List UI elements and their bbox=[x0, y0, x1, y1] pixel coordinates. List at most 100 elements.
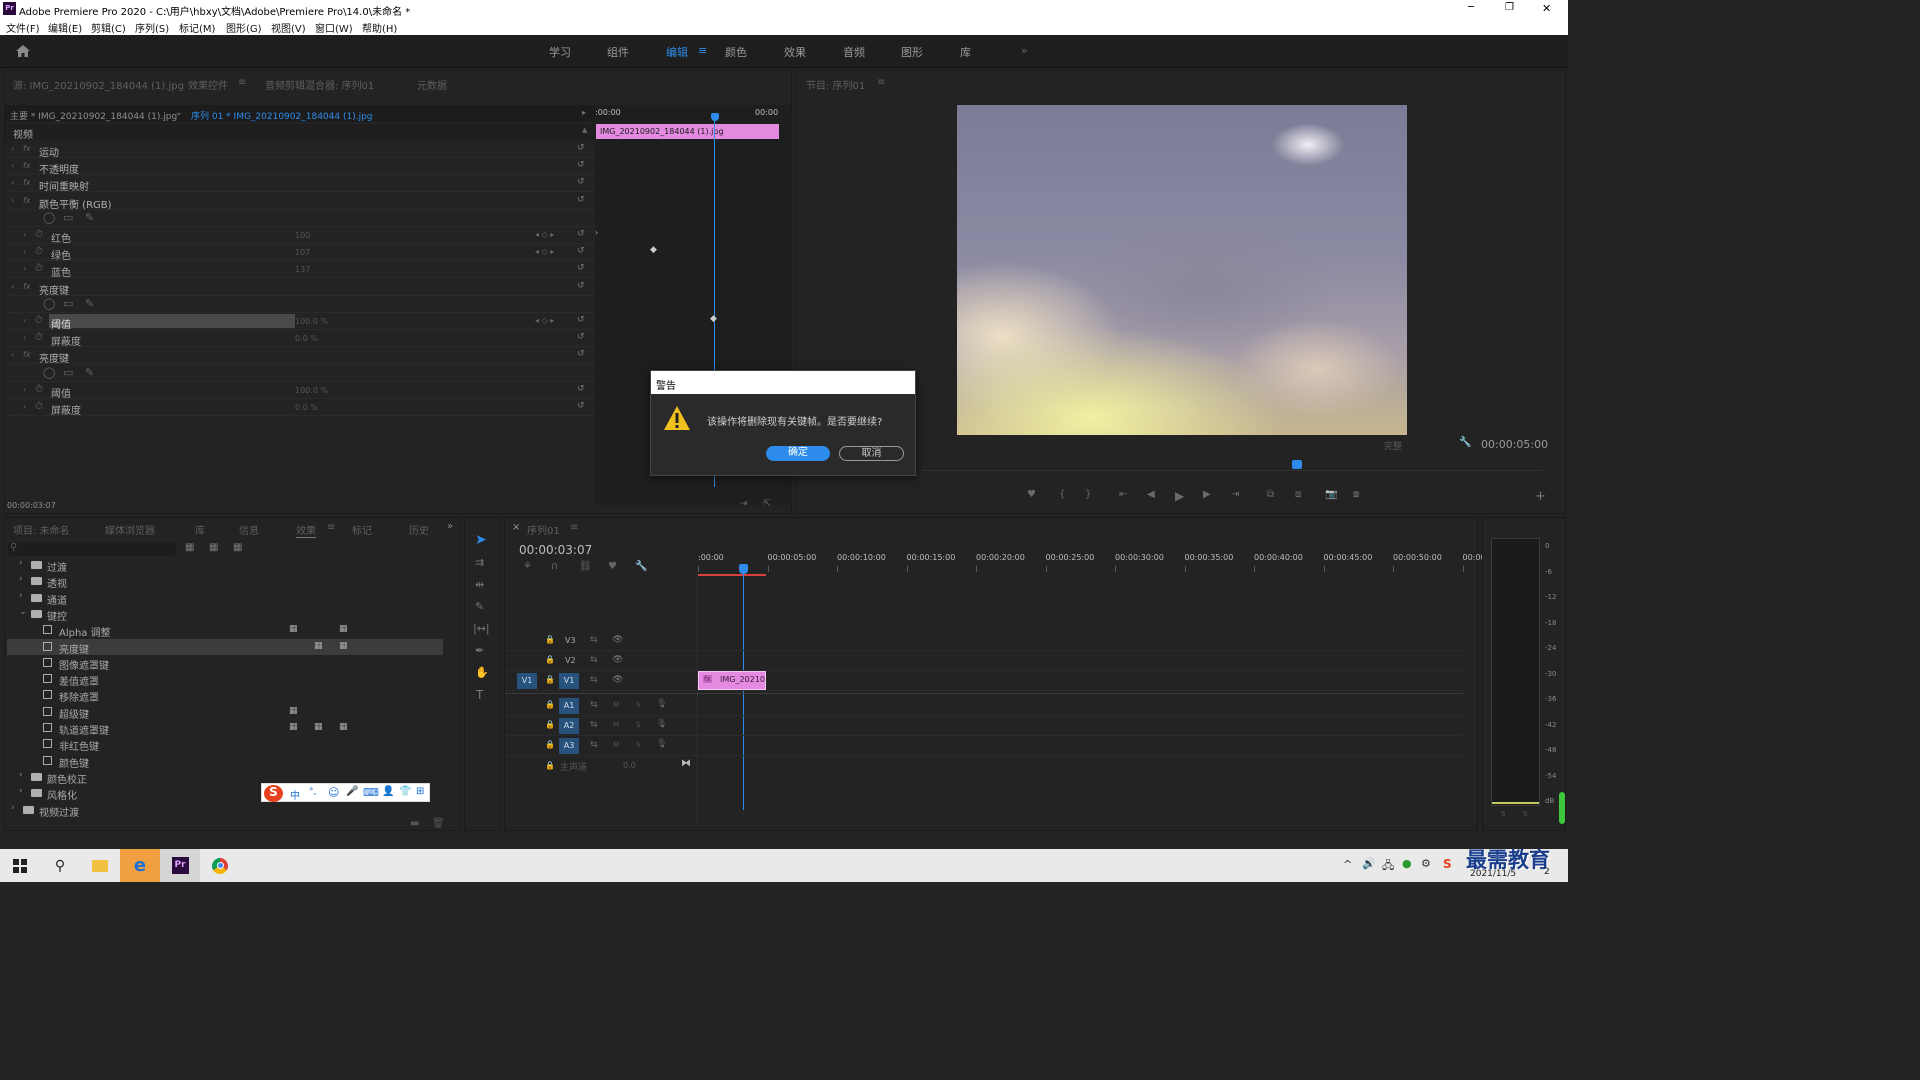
tray-ime-icon[interactable]: S bbox=[1443, 857, 1452, 871]
effect-row[interactable]: › fx 颜色平衡 (RGB) ↺ bbox=[5, 193, 595, 211]
effect-row[interactable]: ◯ ▭ ✎ bbox=[5, 210, 595, 227]
start-button[interactable] bbox=[0, 849, 40, 882]
mute-button[interactable]: M bbox=[613, 721, 619, 729]
effects-folder[interactable]: ⌄ 键控 bbox=[7, 606, 443, 623]
tab-history[interactable]: 历史 bbox=[409, 522, 429, 537]
sync-lock-icon[interactable]: ⇆ bbox=[590, 720, 598, 730]
stopwatch-icon[interactable]: ⏱ bbox=[35, 401, 43, 412]
pen-mask-icon[interactable]: ✎ bbox=[85, 211, 94, 224]
32bit-effects-icon[interactable]: ▦ bbox=[209, 542, 218, 553]
effect-row[interactable]: › ⏱ 屏蔽度 0.0 % ↺ bbox=[5, 399, 595, 417]
expand-arrow-icon[interactable]: › bbox=[11, 196, 14, 205]
chevron-right-icon[interactable]: › bbox=[19, 574, 23, 584]
ellipse-mask-icon[interactable]: ◯ bbox=[43, 366, 55, 379]
chevron-down-icon[interactable]: ⌄ bbox=[175, 108, 183, 118]
tab-markers[interactable]: 标记 bbox=[352, 522, 372, 537]
meter-solo-left[interactable]: S bbox=[1501, 810, 1505, 818]
expand-arrow-icon[interactable]: › bbox=[23, 230, 26, 239]
fx-toggle-icon[interactable]: fx bbox=[23, 178, 31, 187]
effect-row[interactable]: › fx 运动 ↺ bbox=[5, 141, 595, 159]
fx-toggle-icon[interactable]: fx bbox=[23, 161, 31, 170]
network-icon[interactable]: 🖧 bbox=[1382, 857, 1394, 876]
mute-button[interactable]: M bbox=[613, 741, 619, 749]
menu-clip[interactable]: 剪辑(C) bbox=[91, 20, 126, 35]
param-value[interactable]: 100.0 % bbox=[295, 317, 328, 326]
effect-row[interactable]: › ⏱ 阈值 100.0 % ↺ bbox=[5, 382, 595, 400]
tab-info[interactable]: 信息 bbox=[239, 522, 259, 537]
meter-solo-right[interactable]: S bbox=[1523, 810, 1527, 818]
stopwatch-icon[interactable]: ⏱ bbox=[35, 332, 43, 343]
mark-in-icon[interactable]: { bbox=[1059, 489, 1065, 500]
tray-network-icon[interactable]: ⚙ bbox=[1421, 857, 1431, 870]
source-patch-v1[interactable]: V1 bbox=[517, 673, 537, 689]
ok-button[interactable]: 确定 bbox=[766, 446, 830, 461]
sync-lock-icon[interactable]: ⇆ bbox=[590, 635, 598, 645]
menu-sequence[interactable]: 序列(S) bbox=[135, 20, 169, 35]
track-select-tool-icon[interactable]: ⇉ bbox=[475, 556, 484, 569]
expand-arrow-icon[interactable]: › bbox=[23, 333, 26, 342]
hand-tool-icon[interactable]: ✋ bbox=[475, 666, 489, 679]
reset-icon[interactable]: ↺ bbox=[577, 349, 585, 359]
effect-row[interactable]: › ⏱ 阈值 100.0 % ◂ ◇ ▸ ↺ bbox=[5, 313, 595, 331]
work-area-bar[interactable] bbox=[698, 574, 766, 576]
search-taskbar-icon[interactable]: ⚲ bbox=[40, 849, 80, 882]
audio-track-row[interactable] bbox=[505, 716, 1463, 736]
lock-icon[interactable]: 🔒 bbox=[545, 675, 555, 684]
chevron-right-icon[interactable]: › bbox=[11, 803, 15, 813]
expand-arrow-icon[interactable]: › bbox=[23, 247, 26, 256]
pen-mask-icon[interactable]: ✎ bbox=[85, 297, 94, 310]
pen-mask-icon[interactable]: ✎ bbox=[85, 366, 94, 379]
track-label[interactable]: A3 bbox=[559, 738, 579, 754]
camera-icon[interactable]: 📷 bbox=[1325, 489, 1337, 500]
eye-icon[interactable]: 👁 bbox=[612, 655, 623, 665]
workspace-tab-graphics[interactable]: 图形 bbox=[901, 44, 923, 60]
lock-icon[interactable]: 🔒 bbox=[545, 720, 555, 729]
audio-meter-scrollbar[interactable] bbox=[1559, 792, 1565, 824]
accelerated-effects-icon[interactable]: ▦ bbox=[185, 542, 194, 553]
ellipse-mask-icon[interactable]: ◯ bbox=[43, 297, 55, 310]
tab-audio-clip-mixer[interactable]: 音频剪辑混合器: 序列01 bbox=[265, 77, 374, 92]
mute-button[interactable]: M bbox=[613, 701, 619, 709]
ripple-edit-tool-icon[interactable]: ⇹ bbox=[475, 578, 484, 591]
maximize-button[interactable]: ❐ bbox=[1505, 2, 1514, 13]
video-track-row[interactable] bbox=[505, 651, 1463, 671]
sequence-clip-label[interactable]: 序列 01 * IMG_20210902_184044 (1).jpg bbox=[191, 109, 373, 122]
video-audio-divider[interactable] bbox=[505, 693, 1463, 694]
type-tool-icon[interactable]: T bbox=[476, 688, 483, 702]
track-label[interactable]: A2 bbox=[559, 718, 579, 734]
chevron-right-icon[interactable]: › bbox=[19, 591, 23, 601]
chevron-right-icon[interactable]: › bbox=[19, 770, 23, 780]
stopwatch-icon[interactable]: ⏱ bbox=[35, 229, 43, 240]
chevron-down-icon[interactable]: ⌄ bbox=[19, 607, 27, 617]
effects-folder[interactable]: › 风格化 bbox=[7, 785, 443, 802]
reset-icon[interactable]: ↺ bbox=[577, 332, 585, 342]
rectangle-mask-icon[interactable]: ▭ bbox=[63, 366, 73, 379]
go-to-out-icon[interactable]: ⇥ bbox=[1231, 489, 1239, 500]
slip-tool-icon[interactable]: |↔| bbox=[473, 622, 490, 635]
menu-edit[interactable]: 编辑(E) bbox=[48, 20, 82, 35]
edge-browser-icon[interactable]: e bbox=[120, 849, 160, 882]
solo-button[interactable]: S bbox=[636, 721, 640, 729]
menu-help[interactable]: 帮助(H) bbox=[362, 20, 397, 35]
effects-tab-menu-icon[interactable]: ≡ bbox=[327, 522, 335, 533]
lock-icon[interactable]: 🔒 bbox=[545, 635, 555, 644]
effect-row[interactable]: › ⏱ 屏蔽度 0.0 % ↺ bbox=[5, 330, 595, 348]
reset-icon[interactable]: ↺ bbox=[577, 195, 585, 205]
solo-button[interactable]: S bbox=[636, 741, 640, 749]
volume-icon[interactable]: 🔊 bbox=[1362, 857, 1376, 870]
expand-arrow-icon[interactable]: › bbox=[595, 228, 598, 237]
expand-arrow-icon[interactable]: › bbox=[11, 144, 14, 153]
lock-icon[interactable]: 🔒 bbox=[545, 655, 555, 664]
reset-icon[interactable]: ↺ bbox=[577, 160, 585, 170]
microphone-icon[interactable]: 🎙 bbox=[656, 699, 667, 709]
tab-effects[interactable]: 效果 bbox=[296, 522, 316, 538]
timeline-playhead-handle[interactable] bbox=[739, 564, 748, 574]
chevron-right-icon[interactable]: › bbox=[19, 786, 23, 796]
reset-icon[interactable]: ↺ bbox=[577, 143, 585, 153]
chrome-browser-icon[interactable] bbox=[200, 849, 240, 882]
lock-icon[interactable]: 🔒 bbox=[545, 740, 555, 749]
timeline-tab[interactable]: 序列01 bbox=[527, 522, 560, 537]
workspace-tab-editing[interactable]: 编辑 bbox=[666, 44, 688, 60]
comparison-view-icon[interactable]: ⧇ bbox=[1353, 489, 1359, 500]
add-marker-icon[interactable]: ♥ bbox=[608, 561, 617, 572]
